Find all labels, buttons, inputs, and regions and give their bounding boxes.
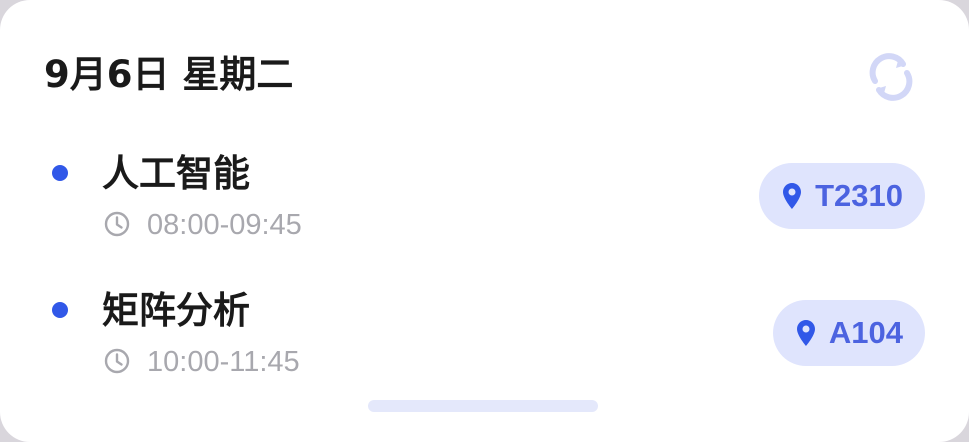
course-item[interactable]: 人工智能 08:00-09:45 T2310 (0, 151, 969, 261)
clock-icon (104, 211, 130, 237)
course-dot (52, 302, 68, 318)
date-title: 9月6日 星期二 (44, 53, 294, 96)
home-indicator[interactable] (368, 400, 598, 412)
course-item[interactable]: 矩阵分析 10:00-11:45 A104 (0, 288, 969, 398)
course-name: 矩阵分析 (102, 289, 250, 332)
course-name: 人工智能 (102, 152, 250, 195)
room-badge[interactable]: T2310 (759, 163, 925, 229)
room-badge[interactable]: A104 (772, 300, 925, 366)
location-pin-icon (783, 183, 802, 209)
room-label: A104 (828, 315, 903, 350)
schedule-widget: 9月6日 星期二 人工智能 08:00-09:45 T2310 矩阵分析 10:… (0, 0, 969, 442)
location-pin-icon (796, 320, 815, 346)
course-time: 08:00-09:45 (147, 209, 302, 241)
course-dot (52, 165, 68, 181)
room-label: T2310 (815, 178, 903, 213)
clock-icon (104, 348, 130, 374)
course-time: 10:00-11:45 (147, 346, 300, 378)
refresh-icon[interactable] (866, 52, 916, 102)
